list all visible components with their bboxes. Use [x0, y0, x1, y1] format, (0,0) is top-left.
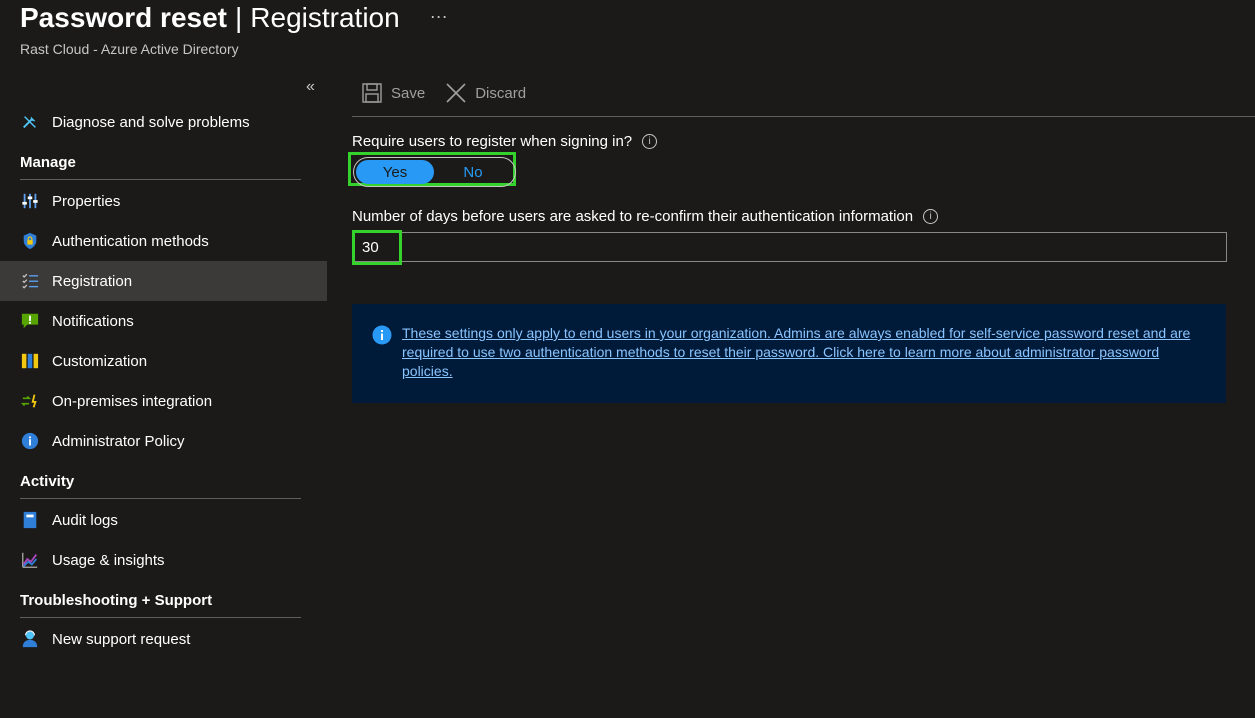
sidebar-item-usage-insights[interactable]: Usage & insights [0, 540, 327, 580]
reconfirm-days-input[interactable] [352, 232, 1227, 262]
info-icon [20, 431, 40, 451]
info-banner: These settings only apply to end users i… [352, 304, 1226, 403]
wrench-icon [20, 112, 40, 132]
save-button[interactable]: Save [361, 82, 425, 104]
sidebar-item-label: On-premises integration [52, 392, 213, 410]
customization-icon [20, 351, 40, 371]
info-icon [372, 325, 392, 345]
sidebar-item-administrator-policy[interactable]: Administrator Policy [0, 421, 327, 461]
notification-icon [20, 311, 40, 331]
require-register-question: Require users to register when signing i… [352, 133, 658, 150]
command-bar: Save Discard [361, 82, 526, 104]
admin-policy-link[interactable]: These settings only apply to end users i… [402, 324, 1206, 403]
require-register-label: Require users to register when signing i… [352, 133, 633, 150]
sync-icon [20, 391, 40, 411]
section-header-manage: Manage [20, 154, 76, 171]
sidebar-item-label: Registration [52, 272, 133, 290]
sidebar-item-label: Usage & insights [52, 551, 165, 569]
chart-icon [20, 550, 40, 570]
checklist-icon [20, 271, 40, 291]
shield-icon [20, 231, 40, 251]
require-register-toggle[interactable]: Yes No [353, 157, 516, 187]
section-header-troubleshooting: Troubleshooting + Support [20, 592, 213, 609]
sidebar-item-label: Customization [52, 352, 148, 370]
title-separator: | [235, 2, 243, 33]
more-options-icon[interactable]: ··· [430, 6, 448, 27]
reconfirm-days-label: Number of days before users are asked to… [352, 208, 914, 225]
save-label: Save [391, 84, 426, 102]
sidebar-item-properties[interactable]: Properties [0, 181, 327, 221]
toggle-option-no[interactable]: No [434, 160, 512, 184]
audit-log-icon [20, 510, 40, 530]
page-header: Password reset | Registration ··· [20, 2, 448, 34]
page-subtitle-registration: Registration [250, 2, 400, 33]
sidebar-item-label: Audit logs [52, 511, 118, 529]
toolbar-divider [352, 116, 1255, 117]
sidebar-item-label: Authentication methods [52, 232, 209, 250]
discard-label: Discard [475, 84, 527, 102]
sidebar-item-diagnose[interactable]: Diagnose and solve problems [0, 102, 327, 142]
toggle-option-yes[interactable]: Yes [356, 160, 434, 184]
sidebar-item-new-support-request[interactable]: New support request [0, 619, 327, 659]
sidebar-item-on-premises-integration[interactable]: On-premises integration [0, 381, 327, 421]
sidebar-item-authentication-methods[interactable]: Authentication methods [0, 221, 327, 261]
sidebar-item-label: New support request [52, 630, 191, 648]
save-icon [362, 83, 382, 103]
properties-icon [20, 191, 40, 211]
sidebar-item-notifications[interactable]: Notifications [0, 301, 327, 341]
directory-name: Rast Cloud - Azure Active Directory [20, 41, 239, 57]
reconfirm-days-question: Number of days before users are asked to… [352, 208, 939, 225]
close-icon [446, 83, 466, 103]
sidebar-item-registration[interactable]: Registration [0, 261, 327, 301]
section-header-activity: Activity [20, 473, 75, 490]
sidebar-item-label: Administrator Policy [52, 432, 185, 450]
page-title: Password reset [20, 2, 227, 33]
discard-button[interactable]: Discard [445, 82, 526, 104]
sidebar-item-label: Notifications [52, 312, 134, 330]
support-person-icon [20, 629, 40, 649]
sidebar: Diagnose and solve problems Manage Prope… [0, 102, 327, 659]
sidebar-item-label: Properties [52, 192, 121, 210]
sidebar-item-audit-logs[interactable]: Audit logs [0, 500, 327, 540]
info-tooltip-icon[interactable]: i [642, 134, 658, 149]
collapse-sidebar-icon[interactable]: « [306, 78, 315, 96]
sidebar-item-customization[interactable]: Customization [0, 341, 327, 381]
sidebar-item-label: Diagnose and solve problems [52, 113, 250, 131]
info-tooltip-icon[interactable]: i [923, 209, 939, 224]
